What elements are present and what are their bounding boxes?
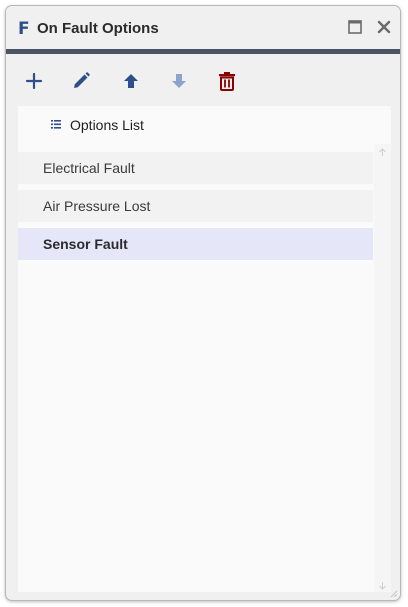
scroll-up-button[interactable] [377, 147, 388, 158]
move-down-button[interactable] [167, 69, 191, 93]
maximize-icon [348, 20, 362, 34]
scroll-down-arrow-icon [379, 582, 386, 590]
list-item-selected[interactable]: Sensor Fault [18, 228, 373, 260]
list-item[interactable]: Electrical Fault [18, 152, 373, 184]
scroll-up-arrow-icon [379, 148, 386, 156]
list-item-label: Sensor Fault [43, 236, 128, 252]
on-fault-options-window: F On Fault Options Options List Electric… [5, 5, 401, 601]
options-list-panel: Options List Electrical Fault Air Pressu… [18, 106, 391, 592]
add-button[interactable] [22, 69, 46, 93]
scroll-down-button[interactable] [377, 580, 388, 591]
edit-pencil-icon [74, 72, 90, 88]
toolbar [6, 54, 400, 106]
close-icon [377, 20, 391, 34]
maximize-button[interactable] [346, 18, 364, 36]
window-title: On Fault Options [37, 20, 159, 37]
trash-icon [219, 72, 235, 91]
arrow-down-icon [172, 74, 186, 88]
close-button[interactable] [375, 18, 393, 36]
arrow-up-icon [124, 74, 138, 88]
list-header: Options List [18, 106, 391, 144]
list-item[interactable]: Air Pressure Lost [18, 190, 373, 222]
edit-button[interactable] [69, 69, 93, 93]
app-logo: F [18, 19, 30, 39]
delete-button[interactable] [215, 69, 239, 93]
list-title: Options List [70, 117, 144, 133]
title-bar: F On Fault Options [6, 6, 400, 49]
vertical-scrollbar[interactable] [374, 144, 391, 592]
list-item-label: Air Pressure Lost [43, 198, 151, 214]
move-up-button[interactable] [119, 69, 143, 93]
list-icon [51, 120, 61, 129]
add-icon [25, 72, 43, 90]
resize-grip-icon[interactable] [388, 588, 398, 598]
list-item-label: Electrical Fault [43, 160, 135, 176]
